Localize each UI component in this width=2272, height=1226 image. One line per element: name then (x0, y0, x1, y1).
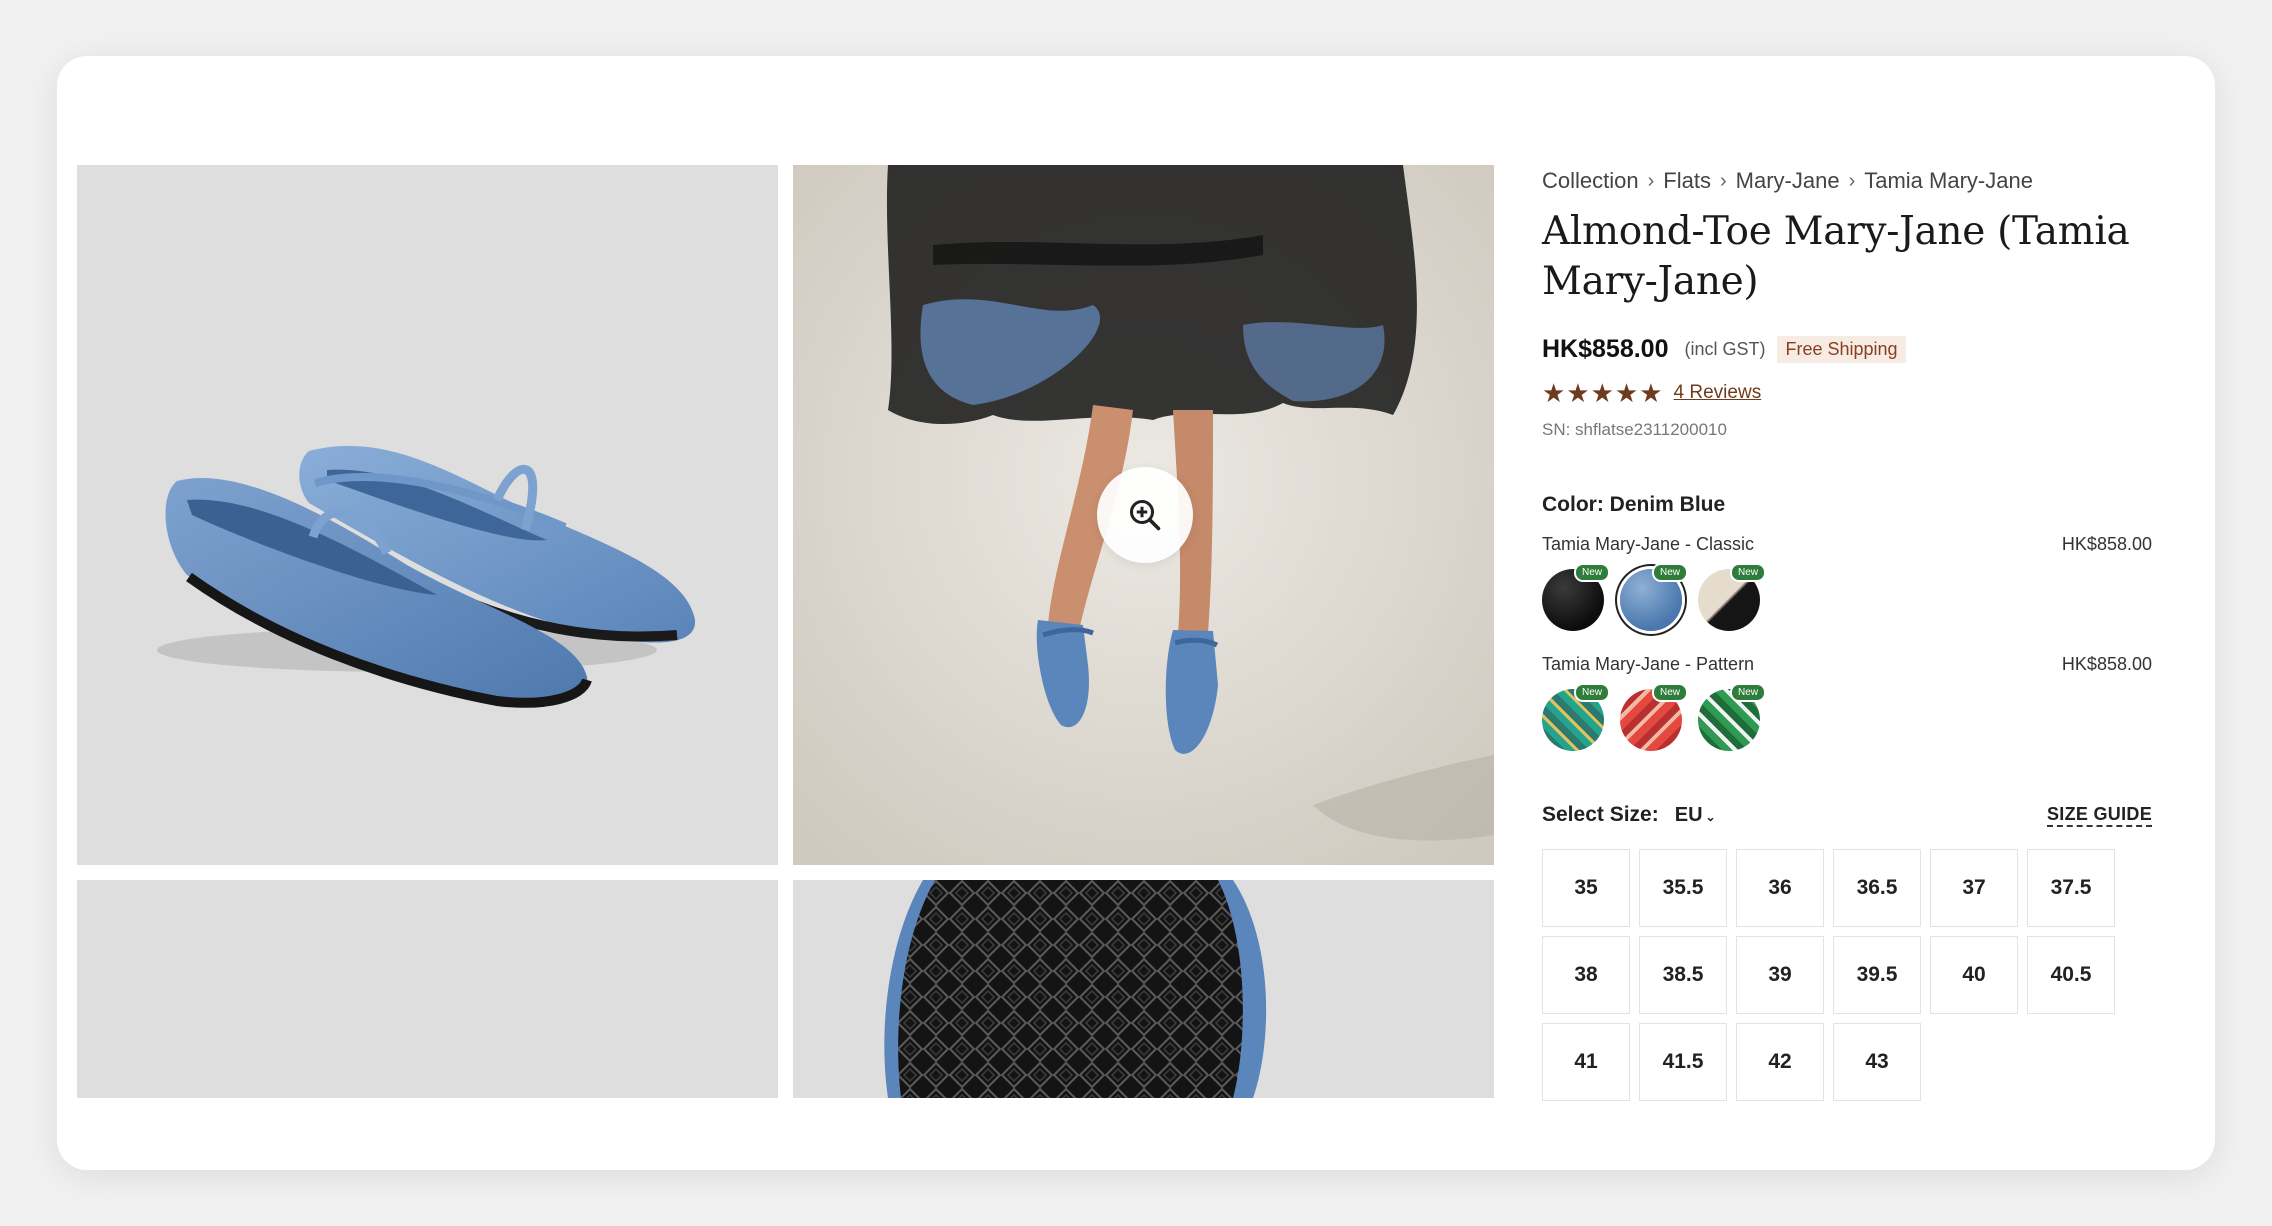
price-row: HK$858.00 (incl GST) Free Shipping (1542, 333, 2152, 365)
product-price: HK$858.00 (1542, 334, 1669, 363)
product-page-card: Collection › Flats › Mary-Jane › Tamia M… (57, 56, 2215, 1170)
chevron-right-icon: › (1647, 169, 1655, 192)
swatch-green-pattern[interactable]: New (1698, 683, 1766, 752)
size-option[interactable]: 35 (1542, 849, 1630, 928)
variant-group-name: Tamia Mary-Jane - Pattern (1542, 654, 1755, 675)
swatch-list-classic: New New New (1542, 563, 2152, 637)
gallery-image-sole[interactable] (793, 880, 1494, 1098)
breadcrumb-flats[interactable]: Flats (1663, 168, 1711, 194)
swatch-cream-black[interactable]: New (1698, 563, 1766, 632)
size-option[interactable]: 36.5 (1833, 849, 1921, 928)
rating-row: ★★★★★ 4 Reviews (1542, 377, 2152, 409)
size-option[interactable]: 37 (1930, 849, 2018, 928)
chevron-down-icon: ⌄ (1705, 809, 1716, 824)
size-option[interactable]: 35.5 (1639, 849, 1727, 928)
breadcrumb-mary-jane[interactable]: Mary-Jane (1736, 168, 1840, 194)
free-shipping-badge: Free Shipping (1777, 335, 1906, 363)
variant-group-pattern: Tamia Mary-Jane - Pattern HK$858.00 (1542, 651, 2152, 677)
size-option[interactable]: 37.5 (2027, 849, 2115, 928)
size-option[interactable]: 42 (1736, 1023, 1824, 1102)
size-guide-link[interactable]: SIZE GUIDE (2046, 803, 2152, 828)
swatch-black[interactable]: New (1542, 563, 1610, 632)
swatch-red-pattern[interactable]: New (1620, 683, 1688, 752)
breadcrumb-tamia-mary-jane[interactable]: Tamia Mary-Jane (1864, 168, 2033, 194)
swatch-teal-pattern[interactable]: New (1542, 683, 1610, 752)
zoom-button[interactable] (1097, 467, 1193, 563)
product-info-panel: Collection › Flats › Mary-Jane › Tamia M… (1542, 165, 2152, 1102)
size-header: Select Size: EU ⌄ SIZE GUIDE (1542, 799, 2152, 831)
variant-group-price: HK$858.00 (2061, 654, 2152, 675)
tax-note: (incl GST) (1684, 338, 1766, 359)
shoe-pair-illustration (157, 445, 696, 708)
size-option[interactable]: 40.5 (2027, 936, 2115, 1015)
size-unit-value: EU (1674, 803, 1703, 826)
reviews-link[interactable]: 4 Reviews (1674, 382, 1762, 404)
product-title: Almond-Toe Mary-Jane (Tamia Mary-Jane) (1542, 209, 2130, 304)
size-option[interactable]: 43 (1833, 1023, 1921, 1102)
color-label: Color: Denim Blue (1542, 493, 1726, 517)
size-option[interactable]: 39 (1736, 936, 1824, 1015)
product-sn: SN: shflatse2311200010 (1542, 420, 1727, 440)
chevron-right-icon: › (1848, 169, 1856, 192)
gallery-image-placeholder[interactable] (77, 880, 778, 1098)
select-size-label: Select Size: (1542, 803, 1659, 827)
breadcrumb-collection[interactable]: Collection (1542, 168, 1639, 194)
new-badge: New (1729, 683, 1766, 703)
size-option[interactable]: 38.5 (1639, 936, 1727, 1015)
new-badge: New (1651, 683, 1688, 703)
new-badge: New (1651, 563, 1688, 583)
star-rating-icon: ★★★★★ (1542, 377, 1664, 408)
swatch-list-pattern: New New New (1542, 683, 2152, 757)
size-option[interactable]: 36 (1736, 849, 1824, 928)
size-option[interactable]: 41 (1542, 1023, 1630, 1102)
size-unit-dropdown[interactable]: EU ⌄ (1675, 804, 1716, 827)
new-badge: New (1573, 683, 1610, 703)
size-option[interactable]: 39.5 (1833, 936, 1921, 1015)
chevron-right-icon: › (1719, 169, 1727, 192)
size-option[interactable]: 41.5 (1639, 1023, 1727, 1102)
variant-group-classic: Tamia Mary-Jane - Classic HK$858.00 (1542, 531, 2152, 557)
size-grid: 35 35.5 36 36.5 37 37.5 38 38.5 39 39.5 … (1542, 849, 2152, 1102)
zoom-in-icon (1130, 500, 1161, 531)
shoe-sole-illustration (884, 880, 1267, 1098)
new-badge: New (1729, 563, 1766, 583)
size-option[interactable]: 38 (1542, 936, 1630, 1015)
swatch-denim-blue[interactable]: New (1620, 563, 1688, 632)
gallery-image-product[interactable] (77, 165, 778, 865)
breadcrumb: Collection › Flats › Mary-Jane › Tamia M… (1542, 165, 2152, 197)
variant-group-price: HK$858.00 (2061, 534, 2152, 555)
size-option[interactable]: 40 (1930, 936, 2018, 1015)
variant-group-name: Tamia Mary-Jane - Classic (1542, 534, 1755, 555)
new-badge: New (1573, 563, 1610, 583)
